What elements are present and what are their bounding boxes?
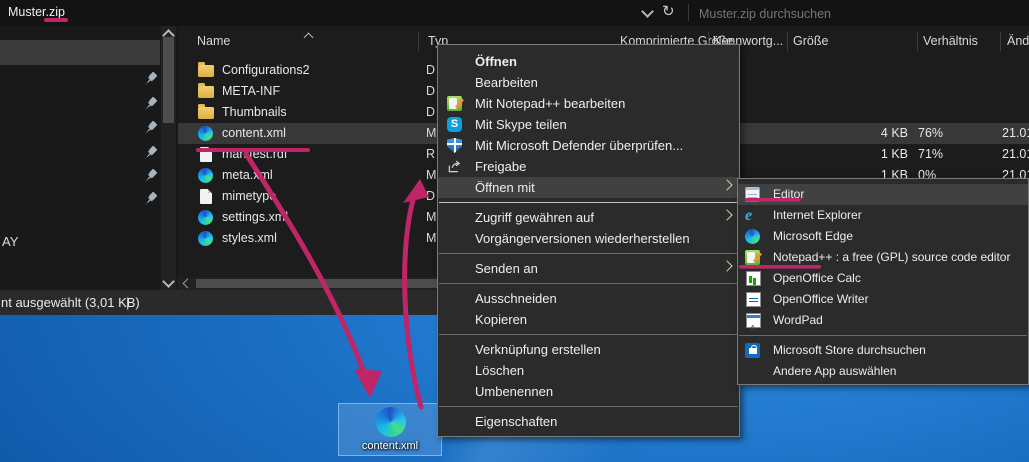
menu-item-mit-skype-teilen[interactable]: S Mit Skype teilen (438, 114, 739, 135)
sort-ascending-icon (304, 33, 314, 43)
share-icon (447, 159, 462, 174)
menu-item-kopieren[interactable]: Kopieren (438, 309, 739, 330)
defender-shield-icon (447, 138, 462, 153)
file-icon (200, 189, 212, 204)
menu-item-bearbeiten[interactable]: Bearbeiten (438, 72, 739, 93)
menu-separator (439, 202, 738, 203)
menu-item-mit-defender-ueberpruefen[interactable]: Mit Microsoft Defender überprüfen... (438, 135, 739, 156)
menu-separator (439, 334, 738, 335)
pin-icon[interactable] (144, 97, 158, 111)
scroll-down-icon[interactable] (162, 275, 175, 288)
pin-icon[interactable] (144, 169, 158, 183)
edge-icon (198, 210, 213, 225)
openoffice-calc-icon (746, 271, 761, 286)
submenu-item-andere-app[interactable]: Andere App auswählen (738, 361, 1028, 382)
menu-item-mit-notepad-bearbeiten[interactable]: Mit Notepad++ bearbeiten (438, 93, 739, 114)
menu-item-zugriff-gewaehren[interactable]: Zugriff gewähren auf (438, 207, 739, 228)
address-bar-text[interactable]: Muster.zip (8, 5, 65, 19)
submenu-arrow-icon (721, 179, 732, 190)
microsoft-store-icon (745, 343, 760, 358)
selection-status-text: nt ausgewählt (3,01 KB) (1, 290, 140, 315)
menu-separator (439, 253, 738, 254)
submenu-item-openoffice-calc[interactable]: OpenOffice Calc (738, 268, 1028, 289)
folder-icon (198, 86, 214, 98)
menu-separator (739, 335, 1027, 336)
submenu-item-internet-explorer[interactable]: e Internet Explorer (738, 205, 1028, 226)
text-cursor: | (126, 290, 129, 315)
skype-icon: S (447, 117, 462, 132)
scroll-left-icon[interactable] (183, 279, 193, 289)
menu-item-freigabe[interactable]: Freigabe (438, 156, 739, 177)
notepad-icon (745, 187, 760, 202)
navigation-pane: AY (0, 26, 178, 290)
edge-icon (745, 229, 760, 244)
horizontal-scrollbar-thumb[interactable] (196, 279, 438, 288)
menu-item-oeffnen[interactable]: Öffnen (438, 51, 739, 72)
folder-icon (198, 107, 214, 119)
pin-icon[interactable] (144, 121, 158, 135)
internet-explorer-icon: e (745, 208, 760, 223)
submenu-arrow-icon (721, 209, 732, 220)
column-header-size[interactable]: Größe (793, 34, 828, 48)
submenu-item-wordpad[interactable]: WordPad (738, 310, 1028, 331)
desktop-icon-content-xml[interactable]: content.xml (338, 403, 442, 456)
search-divider (688, 4, 689, 21)
menu-separator (439, 406, 738, 407)
search-input[interactable] (697, 2, 1026, 25)
menu-item-verknuepfung-erstellen[interactable]: Verknüpfung erstellen (438, 339, 739, 360)
nav-item-label-clipped[interactable]: AY (2, 234, 18, 249)
refresh-icon[interactable]: ↻ (662, 3, 675, 21)
notepad-plus-plus-icon (447, 96, 462, 111)
pin-icon[interactable] (144, 192, 158, 206)
menu-item-eigenschaften[interactable]: Eigenschaften (438, 411, 739, 432)
pin-icon[interactable] (144, 72, 158, 86)
submenu-item-notepad-plus-plus[interactable]: Notepad++ : a free (GPL) source code edi… (738, 247, 1028, 268)
wordpad-icon (746, 313, 761, 328)
column-header-ratio[interactable]: Verhältnis (923, 34, 978, 48)
submenu-arrow-icon (721, 260, 732, 271)
pin-icon[interactable] (144, 146, 158, 160)
desktop-icon-label: content.xml (339, 440, 441, 452)
context-menu: Öffnen Bearbeiten Mit Notepad++ bearbeit… (437, 44, 740, 437)
edge-icon (198, 168, 213, 183)
submenu-item-openoffice-writer[interactable]: OpenOffice Writer (738, 289, 1028, 310)
edge-icon (198, 126, 213, 141)
column-header-changed[interactable]: Ände (1007, 34, 1029, 48)
notepad-plus-plus-icon (745, 250, 760, 265)
address-dropdown-icon[interactable] (641, 5, 654, 18)
submenu-item-microsoft-store[interactable]: Microsoft Store durchsuchen (738, 340, 1028, 361)
edge-icon (198, 231, 213, 246)
nav-scrollbar-thumb[interactable] (163, 37, 174, 123)
menu-item-oeffnen-mit[interactable]: Öffnen mit (438, 177, 739, 198)
submenu-item-microsoft-edge[interactable]: Microsoft Edge (738, 226, 1028, 247)
folder-icon (198, 65, 214, 77)
menu-item-senden-an[interactable]: Senden an (438, 258, 739, 279)
submenu-item-editor[interactable]: Editor (738, 184, 1028, 205)
menu-item-loeschen[interactable]: Löschen (438, 360, 739, 381)
openoffice-writer-icon (746, 292, 761, 307)
column-header-name[interactable]: Name (197, 34, 230, 48)
nav-scrollbar[interactable] (161, 26, 176, 290)
explorer-top-bar: Muster.zip ↻ (0, 0, 1029, 27)
edge-icon (376, 407, 406, 437)
open-with-submenu: Editor e Internet Explorer Microsoft Edg… (737, 178, 1029, 385)
menu-separator (439, 283, 738, 284)
nav-selected-item[interactable] (0, 40, 160, 65)
menu-item-ausschneiden[interactable]: Ausschneiden (438, 288, 739, 309)
menu-item-umbenennen[interactable]: Umbenennen (438, 381, 739, 402)
menu-item-vorgaengerversionen[interactable]: Vorgängerversionen wiederherstellen (438, 228, 739, 249)
file-icon (200, 147, 212, 162)
